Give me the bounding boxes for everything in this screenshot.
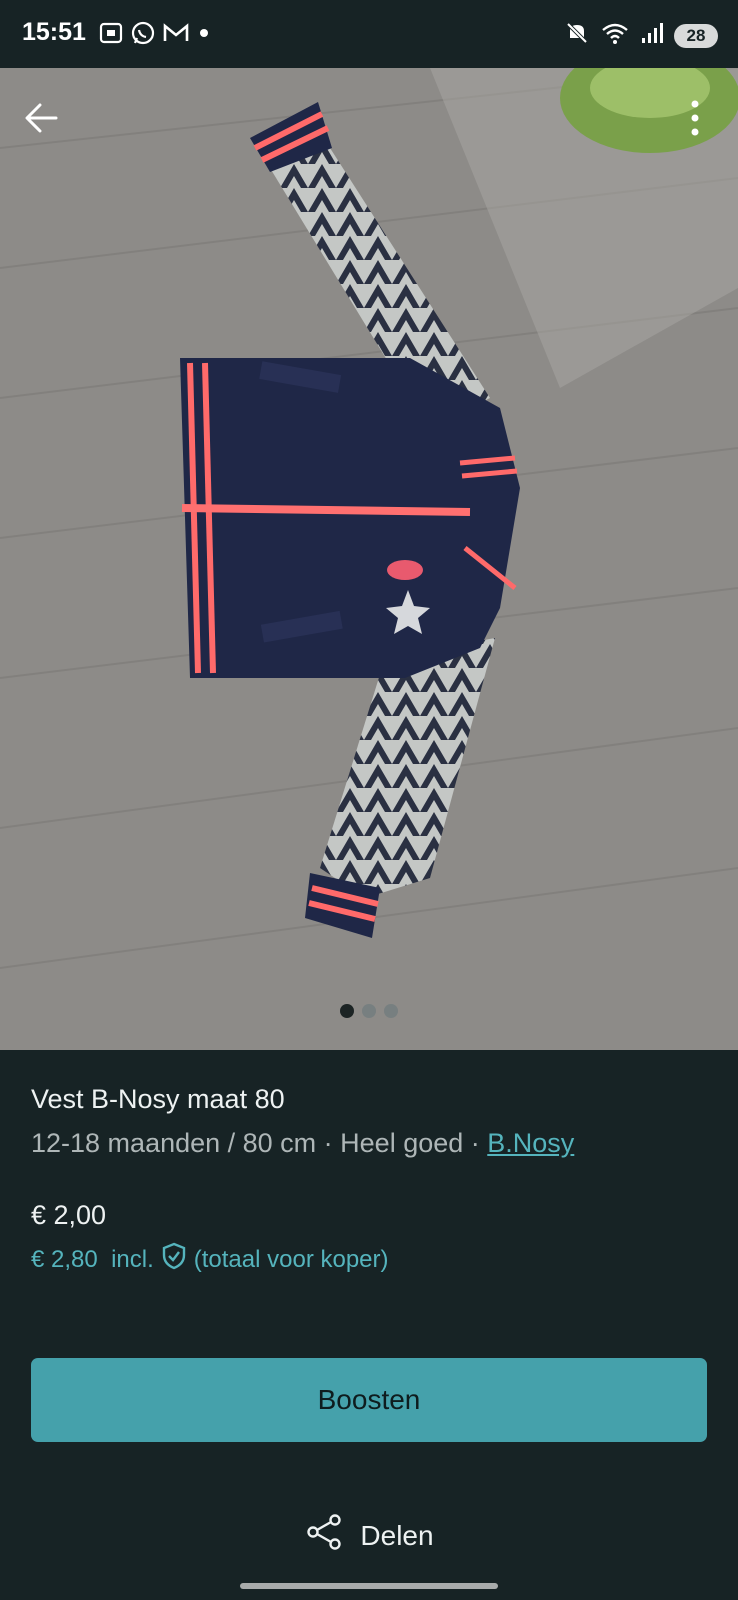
screenshot-icon [98,20,124,51]
gallery-dot[interactable] [384,1004,398,1018]
boost-button[interactable]: Boosten [31,1358,707,1442]
price-incl-protection[interactable]: € 2,80 incl. (totaal voor koper) [31,1241,389,1278]
status-icons-right: 28 [564,20,718,51]
wifi-icon [600,20,630,51]
status-bar: 15:51 28 [0,0,738,68]
home-indicator[interactable] [240,1583,498,1589]
status-time: 15:51 [22,18,86,46]
brand-link[interactable]: B.Nosy [487,1128,574,1158]
item-title: Vest B-Nosy maat 80 [31,1084,285,1114]
back-arrow-icon [25,103,58,133]
battery-icon: 28 [674,23,718,48]
share-icon [304,1512,344,1559]
back-button[interactable] [20,96,64,140]
mute-icon [564,20,590,51]
more-options-button[interactable] [680,96,710,144]
signal-icon [640,20,664,51]
price-incl-value: € 2,80 incl. [31,1245,154,1273]
more-vertical-icon [691,100,699,136]
gallery-dot[interactable] [362,1004,376,1018]
shield-check-icon [160,1241,188,1278]
share-label: Delen [360,1519,434,1551]
gallery-dot[interactable] [340,1004,354,1018]
product-photo[interactable] [0,68,738,1050]
item-size-condition: 12-18 maanden / 80 cm · Heel goed · [31,1128,488,1158]
status-icons-left [98,20,212,51]
price-incl-note: (totaal voor koper) [193,1245,389,1273]
gallery-pagination[interactable] [0,1004,738,1018]
notification-dot-icon [196,20,212,51]
gmail-icon [162,20,190,51]
item-details: 12-18 maanden / 80 cm · Heel goed · B.No… [31,1128,574,1159]
item-price: € 2,00 [31,1200,107,1230]
whatsapp-icon [130,20,156,51]
share-button[interactable]: Delen [0,1512,738,1559]
